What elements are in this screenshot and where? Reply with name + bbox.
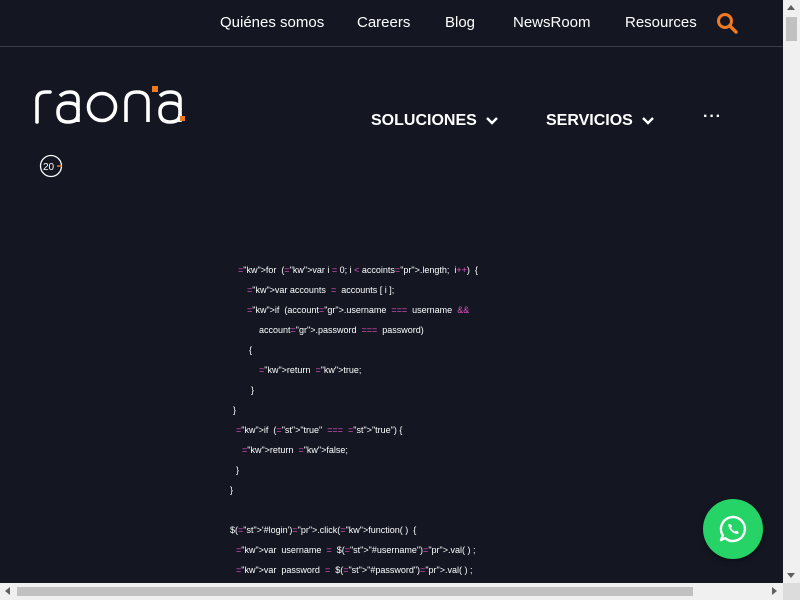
topnav-careers[interactable]: Careers [357, 14, 410, 31]
anniversary-badge: 20 [39, 154, 63, 178]
code-line: ="kw">var accounts = accounts [ i ]; [247, 285, 395, 295]
code-line: $(="st">'#login')="pr">.click(="kw">func… [230, 525, 417, 535]
nav-soluciones-label: SOLUCIONES [371, 112, 477, 129]
chevron-down-icon [485, 117, 498, 125]
code-line: { [249, 345, 253, 355]
whatsapp-button[interactable] [703, 499, 763, 559]
top-bar: Quiénes somos Careers Blog NewsRoom Reso… [0, 0, 783, 47]
vertical-scrollbar[interactable] [783, 0, 800, 583]
nav-servicios[interactable]: SERVICIOS [546, 112, 655, 130]
whatsapp-icon [719, 515, 747, 543]
topnav-newsroom[interactable]: NewsRoom [513, 14, 591, 31]
scroll-left-icon[interactable] [5, 587, 10, 595]
scroll-up-icon[interactable] [787, 5, 795, 10]
raona-logo[interactable] [34, 86, 186, 126]
chevron-down-icon [641, 117, 654, 125]
scrollbar-corner [783, 583, 800, 600]
more-menu[interactable]: ··· [703, 108, 722, 126]
vertical-scroll-thumb[interactable] [786, 17, 797, 41]
code-line: ="kw">return ="kw">false; [242, 445, 348, 455]
code-line: } [251, 385, 255, 395]
code-line: ="kw">for (="kw">var i = 0; i < accoints… [238, 265, 478, 275]
nav-soluciones[interactable]: SOLUCIONES [371, 112, 499, 130]
code-line: ="kw">return ="kw">true; [259, 365, 362, 375]
scroll-down-icon[interactable] [787, 573, 795, 578]
topnav-quienes-somos[interactable]: Quiénes somos [220, 14, 324, 31]
code-line: ="kw">if (account="gr">.username === use… [247, 305, 470, 315]
code-line: } [230, 485, 234, 495]
badge-text: 20 [43, 162, 55, 173]
code-line: ="kw">var password = $(="st">"#password"… [236, 565, 473, 575]
code-line: ="kw">if (="st">"true" === ="st">"true")… [236, 425, 403, 435]
scroll-right-icon[interactable] [772, 587, 777, 595]
topnav-blog[interactable]: Blog [445, 14, 475, 31]
nav-servicios-label: SERVICIOS [546, 112, 633, 129]
code-line: account="gr">.password === password) [259, 325, 424, 335]
topnav-resources[interactable]: Resources [625, 14, 697, 31]
horizontal-scrollbar[interactable] [0, 583, 783, 600]
search-icon[interactable] [716, 12, 738, 34]
horizontal-scroll-thumb[interactable] [17, 587, 693, 596]
code-line: } [233, 405, 237, 415]
code-line: ="kw">var username = $(="st">"#username"… [236, 545, 476, 555]
code-line: } [236, 465, 240, 475]
